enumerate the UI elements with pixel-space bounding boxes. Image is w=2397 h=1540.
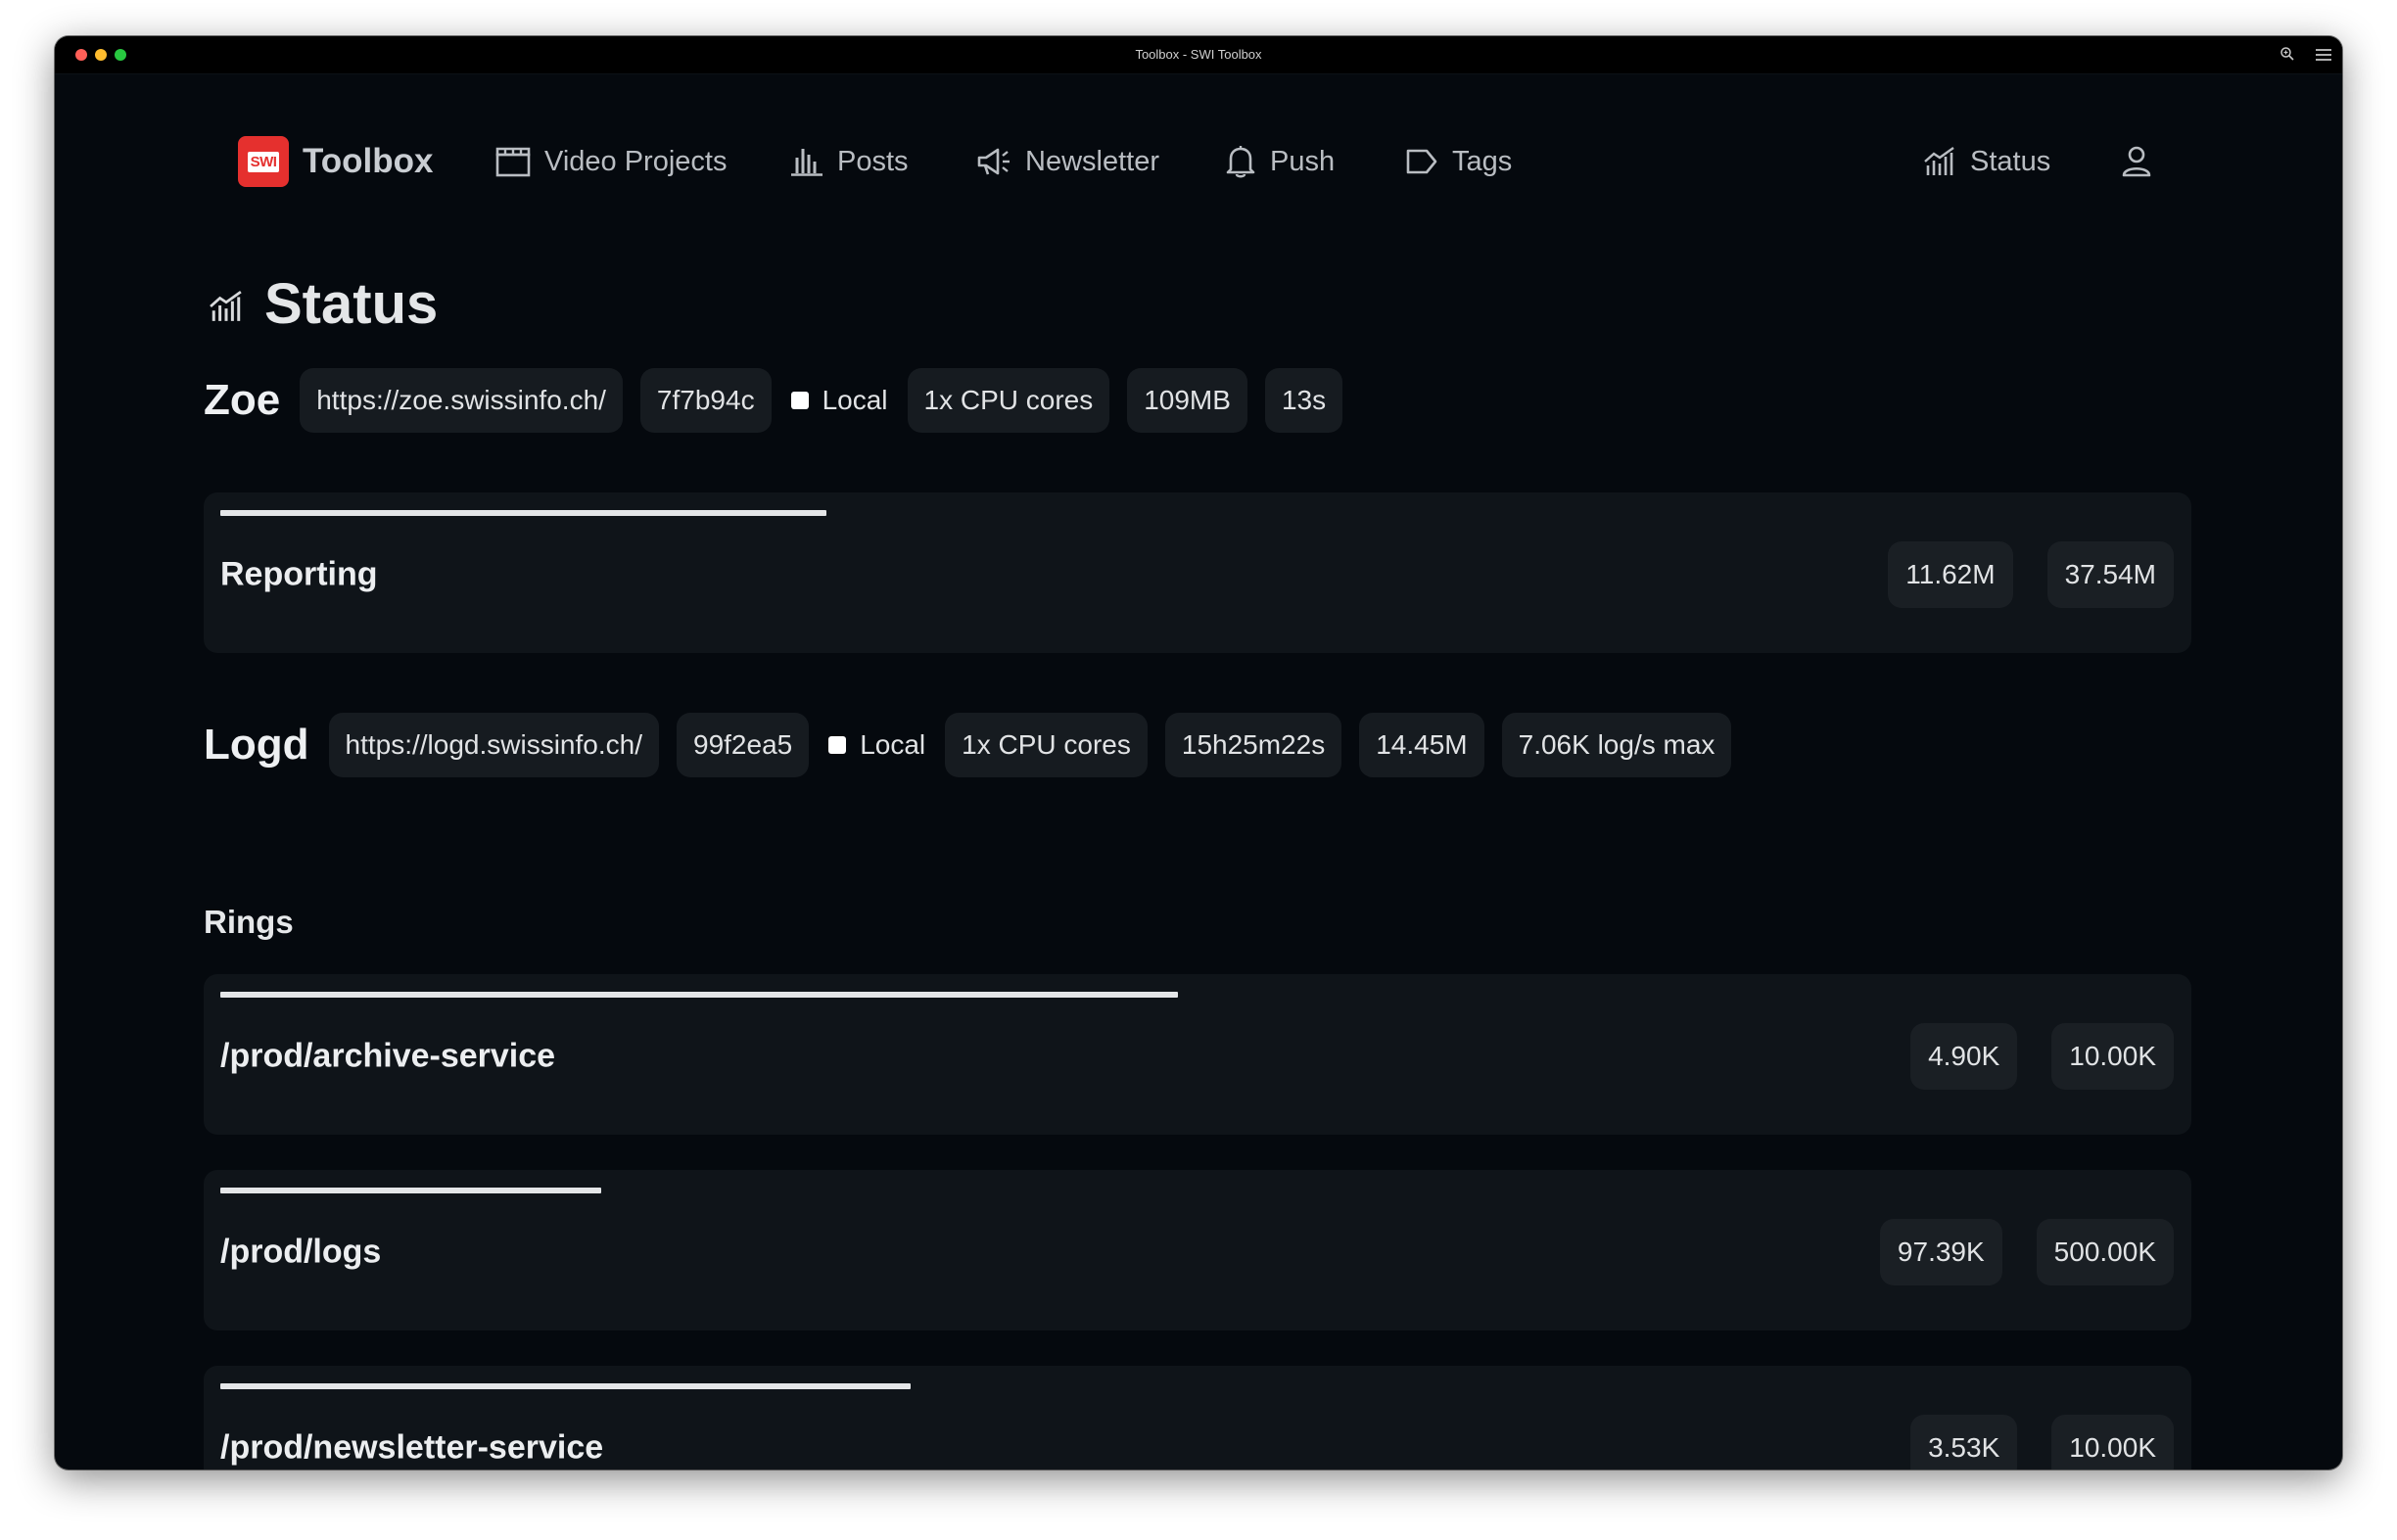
card-label: /prod/archive-service (220, 1037, 556, 1075)
cpu-badge: 1x CPU cores (907, 368, 1110, 433)
rings-heading: Rings (204, 904, 294, 940)
used-value: 11.62M (1888, 541, 2013, 608)
top-navigation: SWI Toolbox Video Projects Posts Newslet… (55, 122, 2342, 201)
ring-card: /prod/newsletter-service 3.53K 10.00K (204, 1366, 2191, 1470)
app-window: Toolbox - SWI Toolbox SWI Toolbox Video … (55, 36, 2342, 1470)
bar-chart-icon (790, 146, 823, 177)
nav-label: Push (1270, 145, 1336, 177)
title-bar: Toolbox - SWI Toolbox (55, 36, 2342, 74)
nav-label: Tags (1452, 145, 1513, 177)
card-values: 11.62M 37.54M (1888, 541, 2174, 608)
reporting-card: Reporting 11.62M 37.54M (204, 492, 2191, 653)
total-value: 10.00K (2051, 1415, 2174, 1470)
cpu-badge: 1x CPU cores (945, 713, 1148, 777)
local-label: Local (822, 385, 888, 415)
card-label: Reporting (220, 555, 378, 593)
nav-tags[interactable]: Tags (1405, 122, 1512, 201)
chart-line-icon (208, 271, 245, 337)
progress-bar (220, 1188, 601, 1193)
total-value: 10.00K (2051, 1023, 2174, 1090)
zoom-icon[interactable] (2280, 46, 2295, 67)
used-value: 97.39K (1879, 1219, 2002, 1285)
user-icon (2121, 145, 2152, 178)
window-title: Toolbox - SWI Toolbox (1135, 47, 1262, 62)
commit-badge: 99f2ea5 (677, 713, 810, 777)
nav-label: Newsletter (1025, 145, 1159, 177)
memory-badge: 109MB (1127, 368, 1247, 433)
nav-label: Status (1970, 145, 2051, 177)
service-url-link[interactable]: https://zoe.swissinfo.ch/ (300, 368, 623, 433)
bell-icon (1225, 145, 1256, 178)
page-title: Status (208, 271, 438, 337)
chart-line-icon (1923, 146, 1956, 177)
card-label: /prod/logs (220, 1233, 382, 1271)
nav-status[interactable]: Status (1923, 122, 2050, 201)
progress-bar (220, 510, 826, 516)
nav-posts[interactable]: Posts (790, 122, 909, 201)
ring-card: /prod/logs 97.39K 500.00K (204, 1170, 2191, 1330)
uptime-badge: 13s (1264, 368, 1343, 433)
megaphone-icon (976, 146, 1011, 177)
nav-label: Video Projects (544, 145, 728, 177)
page-title-text: Status (264, 272, 439, 336)
service-url-link[interactable]: https://logd.swissinfo.ch/ (328, 713, 659, 777)
used-value: 4.90K (1910, 1023, 2018, 1090)
card-values: 3.53K 10.00K (1910, 1415, 2174, 1470)
card-values: 4.90K 10.00K (1910, 1023, 2174, 1090)
nav-video-projects[interactable]: Video Projects (495, 122, 727, 201)
brand-label: Toolbox (303, 142, 434, 180)
zoe-service-row: Zoe https://zoe.swissinfo.ch/ 7f7b94c Lo… (204, 368, 1343, 433)
service-name: Logd (204, 721, 309, 769)
local-toggle[interactable]: Local (826, 729, 927, 761)
total-value: 500.00K (2036, 1219, 2174, 1285)
clapperboard-icon (495, 146, 531, 177)
logd-service-row: Logd https://logd.swissinfo.ch/ 99f2ea5 … (204, 713, 1732, 777)
ring-card: /prod/archive-service 4.90K 10.00K (204, 974, 2191, 1135)
nav-newsletter[interactable]: Newsletter (976, 122, 1159, 201)
memory-badge: 14.45M (1359, 713, 1484, 777)
progress-bar (220, 1383, 911, 1389)
used-value: 3.53K (1910, 1415, 2018, 1470)
commit-badge: 7f7b94c (639, 368, 772, 433)
menu-icon[interactable] (2314, 46, 2333, 69)
local-toggle[interactable]: Local (789, 385, 890, 416)
nav-label: Posts (837, 145, 909, 177)
tag-icon (1405, 147, 1438, 176)
local-checkbox[interactable] (790, 392, 809, 409)
local-label: Local (860, 729, 926, 760)
brand-home-link[interactable]: SWI Toolbox (238, 122, 434, 201)
uptime-badge: 15h25m22s (1164, 713, 1342, 777)
nav-push[interactable]: Push (1225, 122, 1335, 201)
rate-badge: 7.06K log/s max (1501, 713, 1732, 777)
local-checkbox[interactable] (828, 736, 847, 754)
card-values: 97.39K 500.00K (1879, 1219, 2174, 1285)
progress-bar (220, 992, 1178, 998)
total-value: 37.54M (2046, 541, 2174, 608)
swi-logo: SWI (238, 136, 289, 187)
service-name: Zoe (204, 376, 281, 424)
card-label: /prod/newsletter-service (220, 1428, 604, 1467)
user-menu[interactable] (2121, 122, 2152, 201)
